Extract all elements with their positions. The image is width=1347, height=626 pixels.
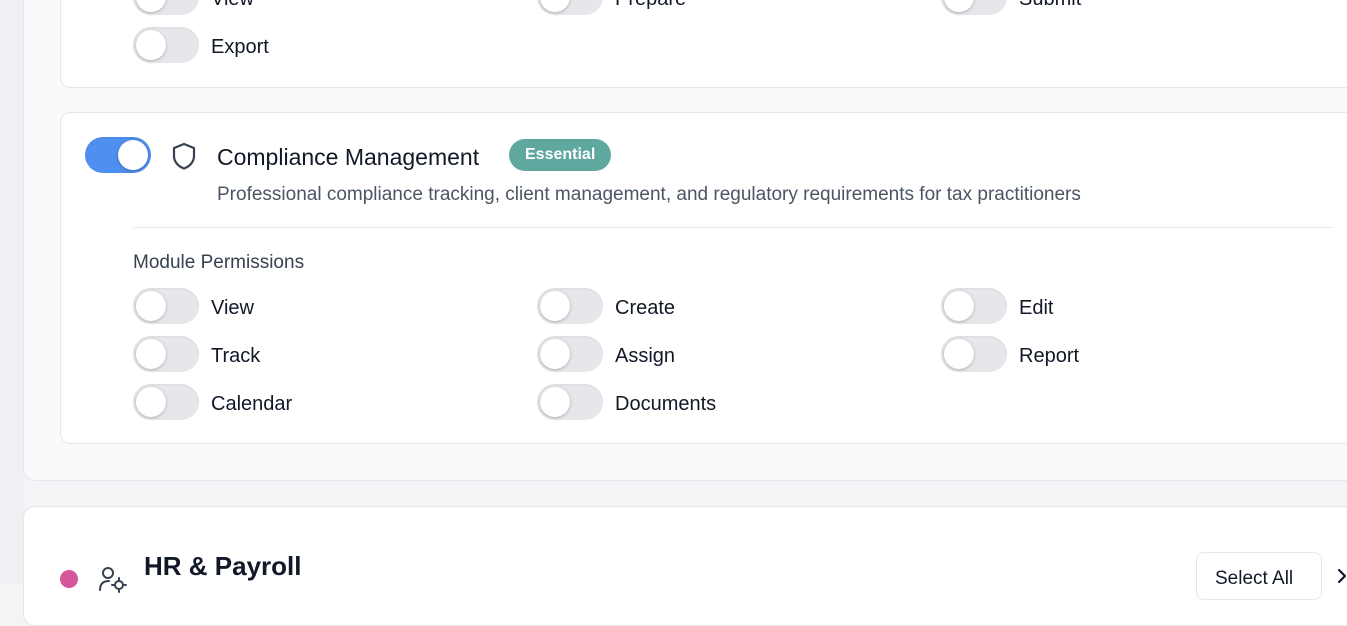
chevron-right-icon[interactable] — [1336, 566, 1347, 586]
toggle-knob — [136, 0, 166, 12]
toggle-knob — [944, 339, 974, 369]
permission-label-assign: Assign — [615, 345, 676, 367]
toggle-knob — [944, 291, 974, 321]
module-title: Compliance Management — [217, 144, 480, 170]
permission-label-view: View — [211, 0, 254, 11]
permission-toggle-view[interactable] — [133, 0, 199, 15]
permission-toggle-export[interactable] — [133, 27, 199, 63]
toggle-knob — [136, 339, 166, 369]
divider — [133, 227, 1333, 228]
permission-label-track: Track — [211, 345, 261, 367]
permission-toggle-create[interactable] — [537, 288, 603, 324]
permission-toggle-assign[interactable] — [537, 336, 603, 372]
toggle-knob — [944, 0, 974, 12]
permission-label-export: Export — [211, 36, 269, 58]
shield-icon — [172, 142, 196, 170]
permission-toggle-calendar[interactable] — [133, 384, 199, 420]
toggle-knob — [540, 0, 570, 12]
permission-label-view: View — [211, 297, 254, 319]
permission-toggle-view[interactable] — [133, 288, 199, 324]
permission-toggle-submit[interactable] — [941, 0, 1007, 15]
permission-toggle-track[interactable] — [133, 336, 199, 372]
select-all-button[interactable]: Select All — [1196, 552, 1322, 600]
user-gear-icon — [99, 567, 127, 593]
essential-badge: Essential — [509, 139, 612, 171]
section-title: HR & Payroll — [144, 551, 302, 581]
toggle-knob — [136, 30, 166, 60]
permission-toggle-report[interactable] — [941, 336, 1007, 372]
permission-toggle-documents[interactable] — [537, 384, 603, 420]
toggle-knob — [540, 387, 570, 417]
toggle-knob — [136, 291, 166, 321]
permissions-heading: Module Permissions — [133, 252, 305, 273]
module-description: Professional compliance tracking, client… — [217, 184, 1081, 205]
permission-label-edit: Edit — [1019, 297, 1054, 319]
permission-label-documents: Documents — [615, 393, 717, 415]
toggle-knob — [540, 291, 570, 321]
permission-label-prepare: Prepare — [615, 0, 686, 11]
permission-toggle-prepare[interactable] — [537, 0, 603, 15]
toggle-knob — [118, 140, 148, 170]
toggle-knob — [540, 339, 570, 369]
category-color-dot — [60, 570, 78, 588]
permission-toggle-edit[interactable] — [941, 288, 1007, 324]
permission-label-submit: Submit — [1019, 0, 1081, 11]
toggle-knob — [136, 387, 166, 417]
page-edge — [0, 0, 24, 583]
module-toggle-compliance[interactable] — [85, 137, 151, 173]
permission-label-report: Report — [1019, 345, 1080, 367]
permission-label-create: Create — [615, 297, 676, 319]
permission-label-calendar: Calendar — [211, 393, 293, 415]
